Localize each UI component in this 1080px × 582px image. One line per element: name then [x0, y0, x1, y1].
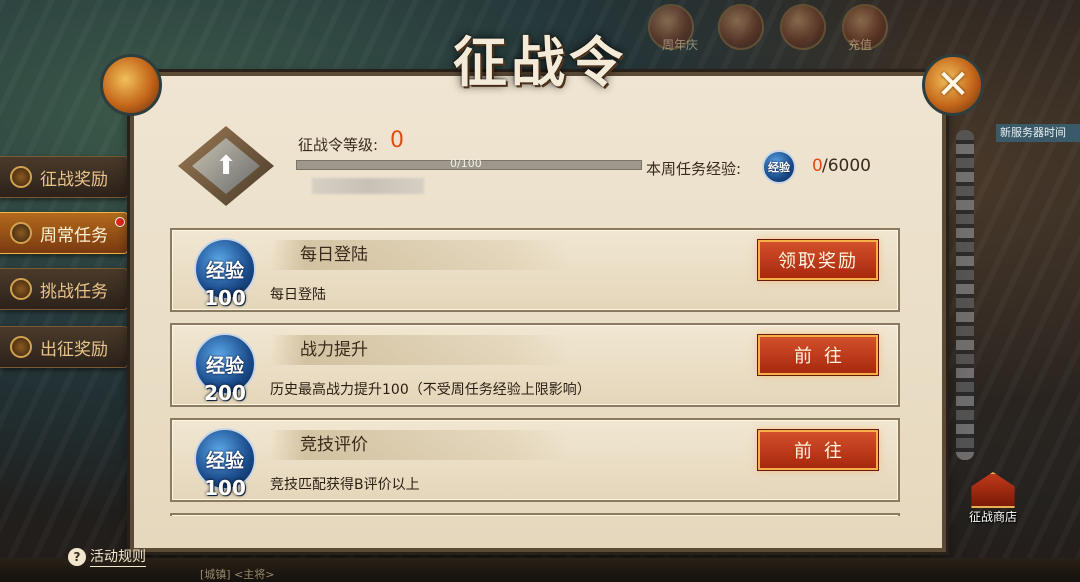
- claim-reward-button[interactable]: 领取奖励: [758, 240, 878, 280]
- tab-icon: [10, 166, 32, 188]
- go-button[interactable]: 前往: [758, 430, 878, 470]
- tab-label: 周常任务: [40, 225, 108, 246]
- close-icon[interactable]: ✕: [922, 54, 984, 116]
- tab-icon: [10, 336, 32, 358]
- task-desc: 历史最高战力提升100（不受周任务经验上限影响）: [270, 382, 591, 398]
- weekly-exp-max: /6000: [822, 156, 871, 176]
- top-icon-label: 周年庆: [662, 38, 699, 52]
- tab-icon: [10, 278, 32, 300]
- tab-conquest-rewards[interactable]: 征战奖励: [0, 156, 128, 198]
- tab-icon: [10, 222, 32, 244]
- blurred-text: [312, 178, 424, 194]
- task-row: 经验 200 战力提升 历史最高战力提升100（不受周任务经验上限影响） 前往: [170, 323, 900, 407]
- task-list: 经验 100 每日登陆 每日登陆 领取奖励 经验 200 战力提升 历史最高战力…: [170, 226, 902, 516]
- rank-badge-icon: ⬆: [178, 126, 274, 206]
- gift-icon[interactable]: [780, 4, 826, 50]
- level-value: 0: [390, 128, 404, 153]
- task-row: 经验 100 竞技评价 竞技匹配获得B评价以上 前往: [170, 418, 900, 502]
- notification-dot-icon: [115, 217, 125, 227]
- go-button[interactable]: 前往: [758, 335, 878, 375]
- task-desc: 每日登陆: [270, 287, 326, 303]
- progress-header: ⬆ 征战令等级: 0 0/100 本周任务经验: 经验 0 /6000: [178, 126, 898, 206]
- task-reward: 100: [204, 476, 246, 500]
- shop-label: 征战商店: [968, 510, 1017, 524]
- rules-label: 活动规则: [90, 546, 146, 567]
- conquest-shop-button[interactable]: 征战商店: [958, 472, 1028, 525]
- tab-label: 出征奖励: [40, 339, 108, 360]
- tab-challenge-tasks[interactable]: 挑战任务: [0, 268, 128, 310]
- task-row: [170, 513, 900, 516]
- page-title: 征战令: [453, 30, 627, 94]
- task-row: 经验 100 每日登陆 每日登陆 领取奖励: [170, 228, 900, 312]
- server-time-strip: 新服务器时间: [996, 124, 1080, 142]
- shop-icon: [971, 472, 1015, 508]
- bottom-bar: [0, 558, 1080, 582]
- question-icon: ?: [68, 547, 86, 566]
- activity-rules-link[interactable]: ? 活动规则: [68, 546, 146, 567]
- rank-emblem-icon: ⬆: [192, 138, 260, 194]
- chat-line: [城镇] <主将>: [200, 568, 275, 581]
- top-icon-label: 充值: [848, 38, 873, 52]
- ornament-icon: [100, 54, 162, 116]
- exp-coin-icon: 经验: [762, 150, 796, 184]
- weekly-exp-label: 本周任务经验:: [646, 160, 742, 178]
- task-desc: 竞技匹配获得B评价以上: [270, 477, 420, 493]
- task-name: 竞技评价: [270, 430, 570, 460]
- event-icon[interactable]: [718, 4, 764, 50]
- level-label: 征战令等级:: [298, 136, 379, 154]
- chain-decoration: [956, 130, 974, 460]
- task-reward: 200: [204, 381, 246, 405]
- level-progress-text: 0/100: [450, 157, 482, 170]
- tab-weekly-tasks[interactable]: 周常任务: [0, 212, 128, 254]
- task-name: 每日登陆: [270, 240, 570, 270]
- task-name: 战力提升: [270, 335, 570, 365]
- tab-label: 征战奖励: [40, 169, 108, 190]
- task-reward: 100: [204, 286, 246, 310]
- tab-expedition-rewards[interactable]: 出征奖励: [0, 326, 128, 368]
- tab-label: 挑战任务: [40, 281, 108, 302]
